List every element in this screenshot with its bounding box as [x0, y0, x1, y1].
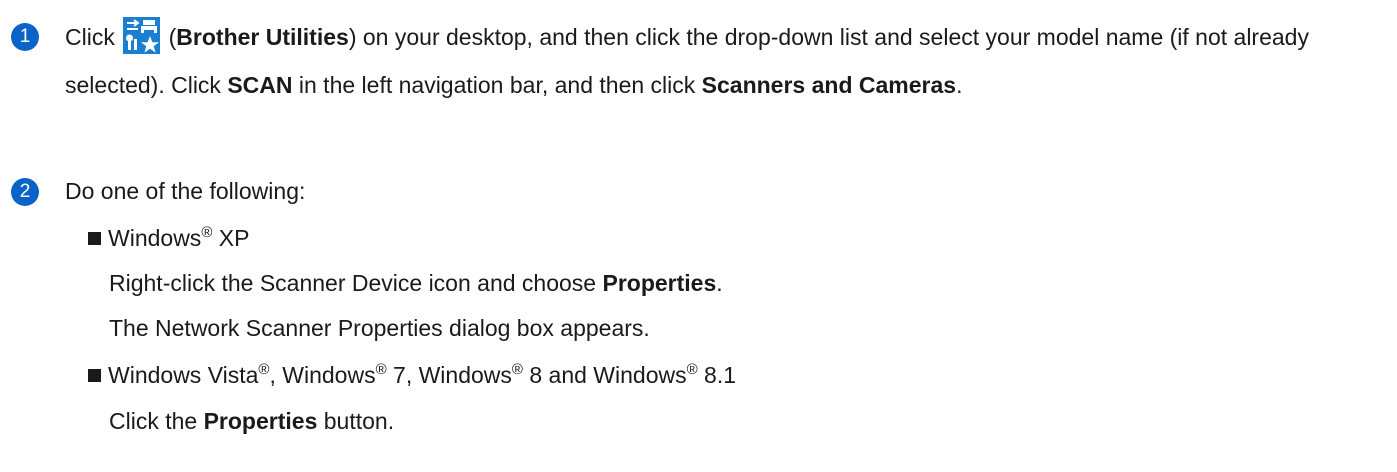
os-option-vista-7-8: Windows Vista®, Windows® 7, Windows® 8 a…: [88, 362, 736, 389]
step-2-intro: Do one of the following:: [65, 178, 306, 204]
os-option-xp: Windows® XP: [88, 225, 249, 252]
vista-instruction: Click the Properties button.: [109, 408, 394, 435]
scan-label: SCAN: [227, 72, 293, 98]
xp-instruction-post: .: [716, 270, 723, 296]
os-win81-prefix: 8 and Windows: [522, 362, 687, 388]
step-1-text-c: .: [956, 72, 963, 98]
step-number-1: 1: [11, 23, 39, 51]
vista-instruction-pre: Click the: [109, 408, 204, 434]
xp-result: The Network Scanner Properties dialog bo…: [109, 315, 650, 341]
bullet-icon: [88, 369, 101, 382]
os-suffix-xp: XP: [212, 225, 250, 251]
os-name-windows: Windows: [108, 225, 202, 251]
os-win81-suffix: 8.1: [697, 362, 737, 388]
registered-mark: ®: [686, 361, 698, 378]
scanners-and-cameras-label: Scanners and Cameras: [701, 72, 957, 98]
xp-instruction: Right-click the Scanner Device icon and …: [109, 270, 723, 297]
bullet-icon: [88, 232, 101, 245]
registered-mark: ®: [201, 224, 213, 241]
properties-button-label: Properties: [203, 408, 318, 434]
registered-mark: ®: [258, 361, 270, 378]
brother-utilities-icon: [123, 17, 161, 54]
step-1-text: Click (Brother Utilities) on your deskto…: [65, 13, 1385, 109]
xp-instruction-pre: Right-click the Scanner Device icon and …: [109, 270, 603, 296]
properties-label: Properties: [602, 270, 717, 296]
click-word: Click: [65, 24, 115, 50]
os-vista: Windows Vista: [108, 362, 259, 388]
brother-utilities-label: Brother Utilities: [176, 24, 349, 50]
step-1-text-b: in the left navigation bar, and then cli…: [292, 72, 702, 98]
registered-mark: ®: [511, 361, 523, 378]
registered-mark: ®: [375, 361, 387, 378]
vista-instruction-post: button.: [317, 408, 395, 434]
step-number-2: 2: [11, 178, 39, 206]
os-win7-prefix: , Windows: [269, 362, 376, 388]
os-win8-prefix: 7, Windows: [386, 362, 512, 388]
